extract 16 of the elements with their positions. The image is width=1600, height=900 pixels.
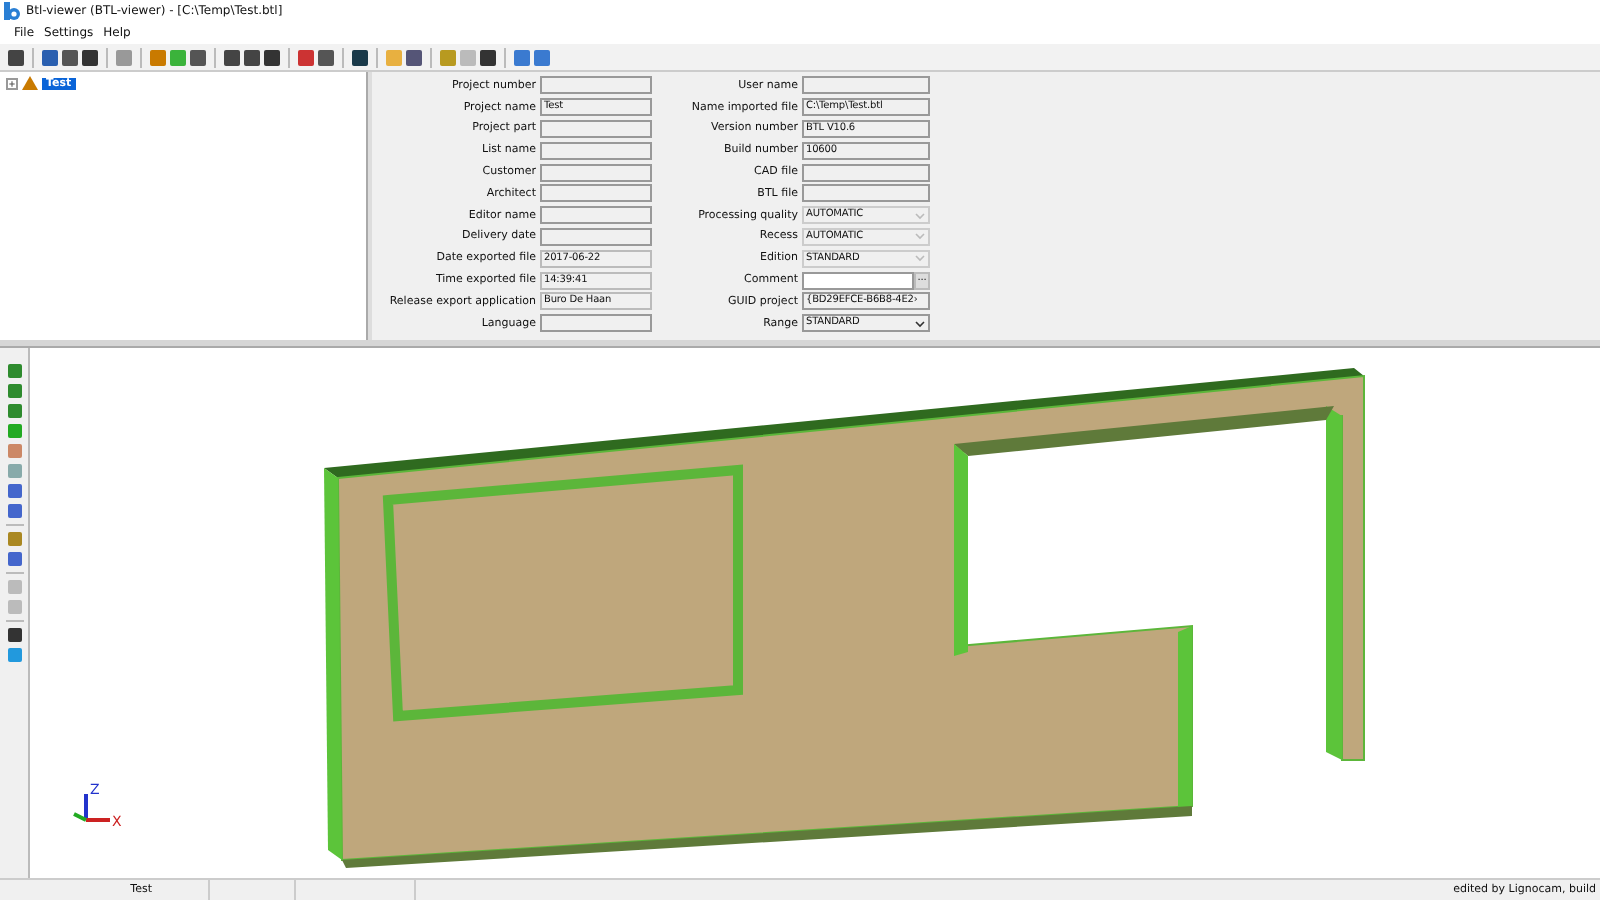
input-field[interactable] [540,163,652,182]
input-field[interactable] [802,163,930,182]
input-field[interactable] [540,184,652,203]
input-field[interactable] [540,119,652,138]
expand-toggle-icon[interactable] [6,77,18,89]
caret-icon [914,254,926,263]
input-field[interactable] [540,206,652,225]
input-field[interactable] [540,141,652,160]
input-field[interactable] [802,184,930,203]
input-field[interactable] [540,227,652,246]
axis-triad-icon [73,794,110,822]
input-field[interactable] [540,314,652,333]
input-field[interactable] [802,76,930,95]
input-field[interactable] [540,76,652,95]
caret-icon [914,319,926,328]
input-field[interactable] [802,271,914,290]
